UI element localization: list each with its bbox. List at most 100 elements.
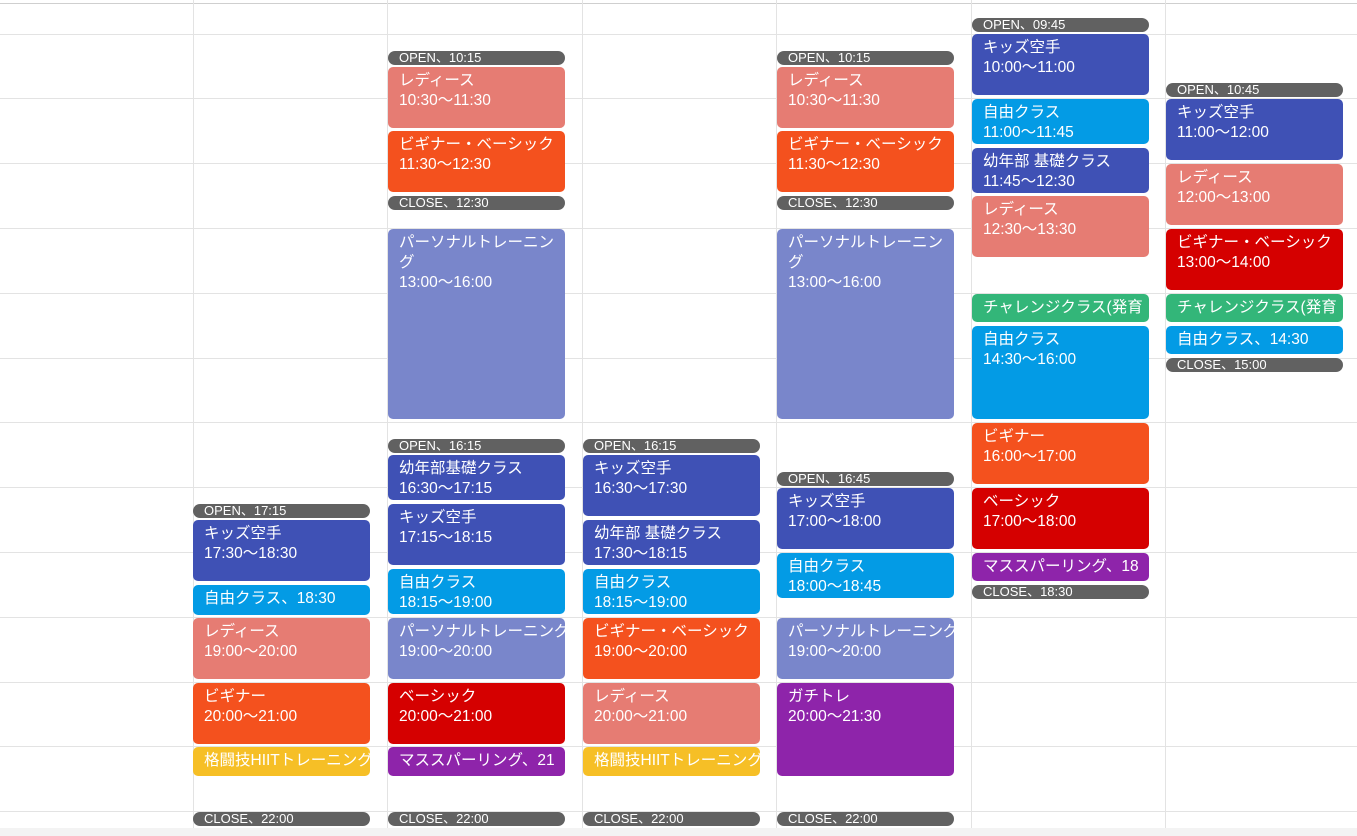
close-marker[interactable]: CLOSE、18:30 <box>972 585 1149 599</box>
event-time: 10:30〜11:30 <box>788 92 880 109</box>
calendar-event[interactable]: 幼年部基礎クラス 16:30〜17:15 <box>388 455 565 500</box>
calendar-event[interactable]: 幼年部 基礎クラス 17:30〜18:15 <box>583 520 760 565</box>
open-marker[interactable]: OPEN、16:15 <box>388 439 565 453</box>
event-time: 11:30〜12:30 <box>399 156 491 173</box>
event-title: レディース <box>788 72 864 89</box>
close-marker[interactable]: CLOSE、15:00 <box>1166 358 1343 372</box>
event-title: パーソナルトレーニング <box>399 623 565 640</box>
event-title: 自由クラス <box>983 104 1061 121</box>
calendar-event[interactable]: 格闘技HIITトレーニング <box>583 747 760 776</box>
open-marker[interactable]: OPEN、16:15 <box>583 439 760 453</box>
open-marker[interactable]: OPEN、10:45 <box>1166 83 1343 97</box>
calendar-event[interactable]: ベーシック 17:00〜18:00 <box>972 488 1149 549</box>
calendar-event[interactable]: レディース 10:30〜11:30 <box>388 67 565 128</box>
calendar-event[interactable]: キッズ空手 10:00〜11:00 <box>972 34 1149 95</box>
calendar-event[interactable]: レディース 19:00〜20:00 <box>193 618 370 679</box>
event-time: 12:00〜13:00 <box>1177 189 1271 206</box>
calendar-event[interactable]: キッズ空手 17:30〜18:30 <box>193 520 370 581</box>
calendar-event[interactable]: パーソナルトレーニング 19:00〜20:00 <box>388 618 565 679</box>
calendar-event[interactable]: ビギナー・ベーシック 19:00〜20:00 <box>583 618 760 679</box>
event-title: 幼年部 基礎クラス <box>594 525 722 542</box>
calendar-event[interactable]: 自由クラス、18:30 <box>193 585 370 615</box>
calendar-event[interactable]: レディース 12:00〜13:00 <box>1166 164 1343 225</box>
event-time: 20:00〜21:30 <box>788 708 882 725</box>
event-time: 19:00〜20:00 <box>594 643 688 660</box>
event-title: チャレンジクラス(発育 <box>1177 299 1337 316</box>
calendar-event[interactable]: 自由クラス 11:00〜11:45 <box>972 99 1149 144</box>
calendar-event[interactable]: ビギナー 16:00〜17:00 <box>972 423 1149 484</box>
close-marker[interactable]: CLOSE、22:00 <box>777 812 954 826</box>
event-time: 19:00〜20:00 <box>788 643 882 660</box>
close-marker[interactable]: CLOSE、22:00 <box>193 812 370 826</box>
calendar-event[interactable]: ビギナー・ベーシック 13:00〜14:00 <box>1166 229 1343 290</box>
calendar-event[interactable]: 格闘技HIITトレーニング <box>193 747 370 776</box>
event-time: 10:00〜11:00 <box>983 59 1075 76</box>
calendar-event[interactable]: 幼年部 基礎クラス 11:45〜12:30 <box>972 148 1149 193</box>
event-title: キッズ空手 <box>594 460 672 477</box>
calendar-event[interactable]: パーソナルトレーニング 13:00〜16:00 <box>388 229 565 419</box>
calendar-event[interactable]: キッズ空手 11:00〜12:00 <box>1166 99 1343 160</box>
calendar-event[interactable]: 自由クラス 14:30〜16:00 <box>972 326 1149 419</box>
event-title: ビギナー <box>204 688 267 705</box>
event-title: ベーシック <box>983 493 1061 510</box>
hour-line <box>0 228 1357 229</box>
event-time: 19:00〜20:00 <box>399 643 493 660</box>
calendar-event[interactable]: マススパーリング、18 <box>972 553 1149 581</box>
calendar-event[interactable]: マススパーリング、21 <box>388 747 565 776</box>
calendar-event[interactable]: チャレンジクラス(発育 <box>1166 294 1343 322</box>
calendar-event[interactable]: レディース 10:30〜11:30 <box>777 67 954 128</box>
calendar-event[interactable]: ガチトレ 20:00〜21:30 <box>777 683 954 776</box>
hour-line <box>0 293 1357 294</box>
open-marker[interactable]: OPEN、09:45 <box>972 18 1149 32</box>
close-marker[interactable]: CLOSE、22:00 <box>583 812 760 826</box>
calendar-event[interactable]: チャレンジクラス(発育 <box>972 294 1149 322</box>
calendar-event[interactable]: 自由クラス 18:15〜19:00 <box>388 569 565 614</box>
event-title: 幼年部 基礎クラス <box>983 153 1111 170</box>
calendar-event[interactable]: 自由クラス、14:30 <box>1166 326 1343 354</box>
open-marker[interactable]: OPEN、10:15 <box>388 51 565 65</box>
event-title: キッズ空手 <box>788 493 866 510</box>
event-title: マススパーリング、18 <box>983 558 1139 575</box>
event-title: ガチトレ <box>788 688 851 705</box>
close-marker[interactable]: CLOSE、22:00 <box>388 812 565 826</box>
calendar-event[interactable]: キッズ空手 16:30〜17:30 <box>583 455 760 516</box>
event-title: 自由クラス、18:30 <box>204 590 336 607</box>
event-time: 11:00〜11:45 <box>983 124 1074 141</box>
open-marker[interactable]: OPEN、17:15 <box>193 504 370 518</box>
event-title: 自由クラス <box>788 558 866 575</box>
event-time: 17:30〜18:30 <box>204 545 298 562</box>
hour-line <box>0 98 1357 99</box>
hour-line <box>0 422 1357 423</box>
close-marker[interactable]: CLOSE、12:30 <box>777 196 954 210</box>
event-title: 自由クラス <box>983 331 1061 348</box>
hour-line <box>0 34 1357 35</box>
event-time: 11:00〜12:00 <box>1177 124 1269 141</box>
calendar-event[interactable]: パーソナルトレーニング 19:00〜20:00 <box>777 618 954 679</box>
calendar-event[interactable]: 自由クラス 18:00〜18:45 <box>777 553 954 598</box>
calendar-event[interactable]: ビギナー・ベーシック 11:30〜12:30 <box>388 131 565 192</box>
event-title: レディース <box>1177 169 1253 186</box>
calendar-event[interactable]: ベーシック 20:00〜21:00 <box>388 683 565 744</box>
calendar-event[interactable]: キッズ空手 17:00〜18:00 <box>777 488 954 549</box>
event-time: 16:00〜17:00 <box>983 448 1077 465</box>
event-title: 自由クラス <box>399 574 477 591</box>
calendar-event[interactable]: キッズ空手 17:15〜18:15 <box>388 504 565 565</box>
open-marker[interactable]: OPEN、16:45 <box>777 472 954 486</box>
event-time: 17:00〜18:00 <box>983 513 1077 530</box>
event-time: 17:15〜18:15 <box>399 529 493 546</box>
event-title: 格闘技HIITトレーニング <box>594 752 760 769</box>
calendar-event[interactable]: ビギナー・ベーシック 11:30〜12:30 <box>777 131 954 192</box>
event-title: レディース <box>983 201 1059 218</box>
close-marker[interactable]: CLOSE、12:30 <box>388 196 565 210</box>
event-time: 17:00〜18:00 <box>788 513 882 530</box>
calendar-event[interactable]: ビギナー 20:00〜21:00 <box>193 683 370 744</box>
open-marker[interactable]: OPEN、10:15 <box>777 51 954 65</box>
event-title: キッズ空手 <box>399 509 477 526</box>
calendar-event[interactable]: 自由クラス 18:15〜19:00 <box>583 569 760 614</box>
calendar-event[interactable]: パーソナルトレーニング 13:00〜16:00 <box>777 229 954 419</box>
calendar-event[interactable]: レディース 20:00〜21:00 <box>583 683 760 744</box>
event-title: 自由クラス <box>594 574 672 591</box>
calendar-event[interactable]: レディース 12:30〜13:30 <box>972 196 1149 257</box>
hour-line <box>0 358 1357 359</box>
event-time: 16:30〜17:15 <box>399 480 493 497</box>
